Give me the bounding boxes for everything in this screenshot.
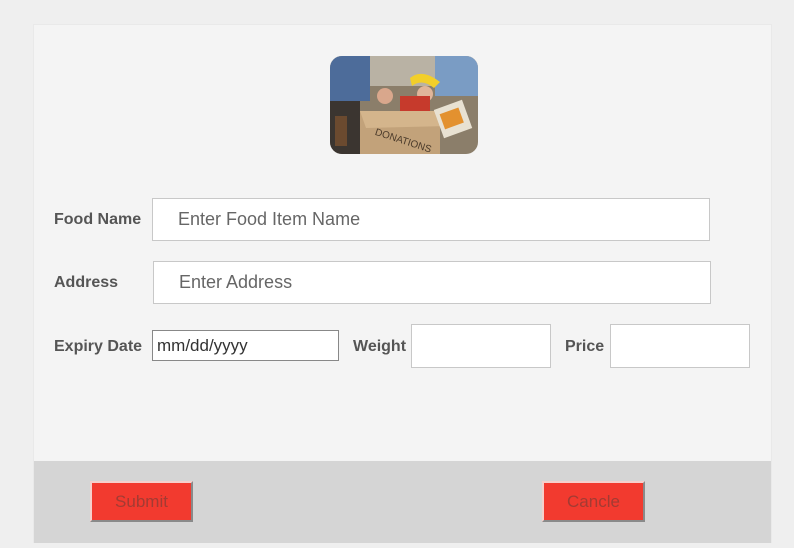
- submit-button[interactable]: Submit: [90, 481, 193, 522]
- donations-photo: DONATIONS: [330, 56, 478, 154]
- food-name-label: Food Name: [54, 211, 142, 228]
- donation-form-card: DONATIONS Food Name Address Expiry Date …: [33, 24, 772, 543]
- expiry-date-input[interactable]: [152, 330, 339, 361]
- cancel-button[interactable]: Cancle: [542, 481, 645, 522]
- address-label: Address: [54, 274, 119, 291]
- weight-label: Weight: [353, 338, 407, 355]
- price-label: Price: [565, 338, 605, 355]
- food-name-input[interactable]: [152, 198, 710, 241]
- expiry-date-label: Expiry Date: [54, 338, 143, 355]
- weight-input[interactable]: [411, 324, 551, 368]
- form-footer: Submit Cancle: [34, 461, 771, 543]
- address-input[interactable]: [153, 261, 711, 304]
- price-input[interactable]: [610, 324, 750, 368]
